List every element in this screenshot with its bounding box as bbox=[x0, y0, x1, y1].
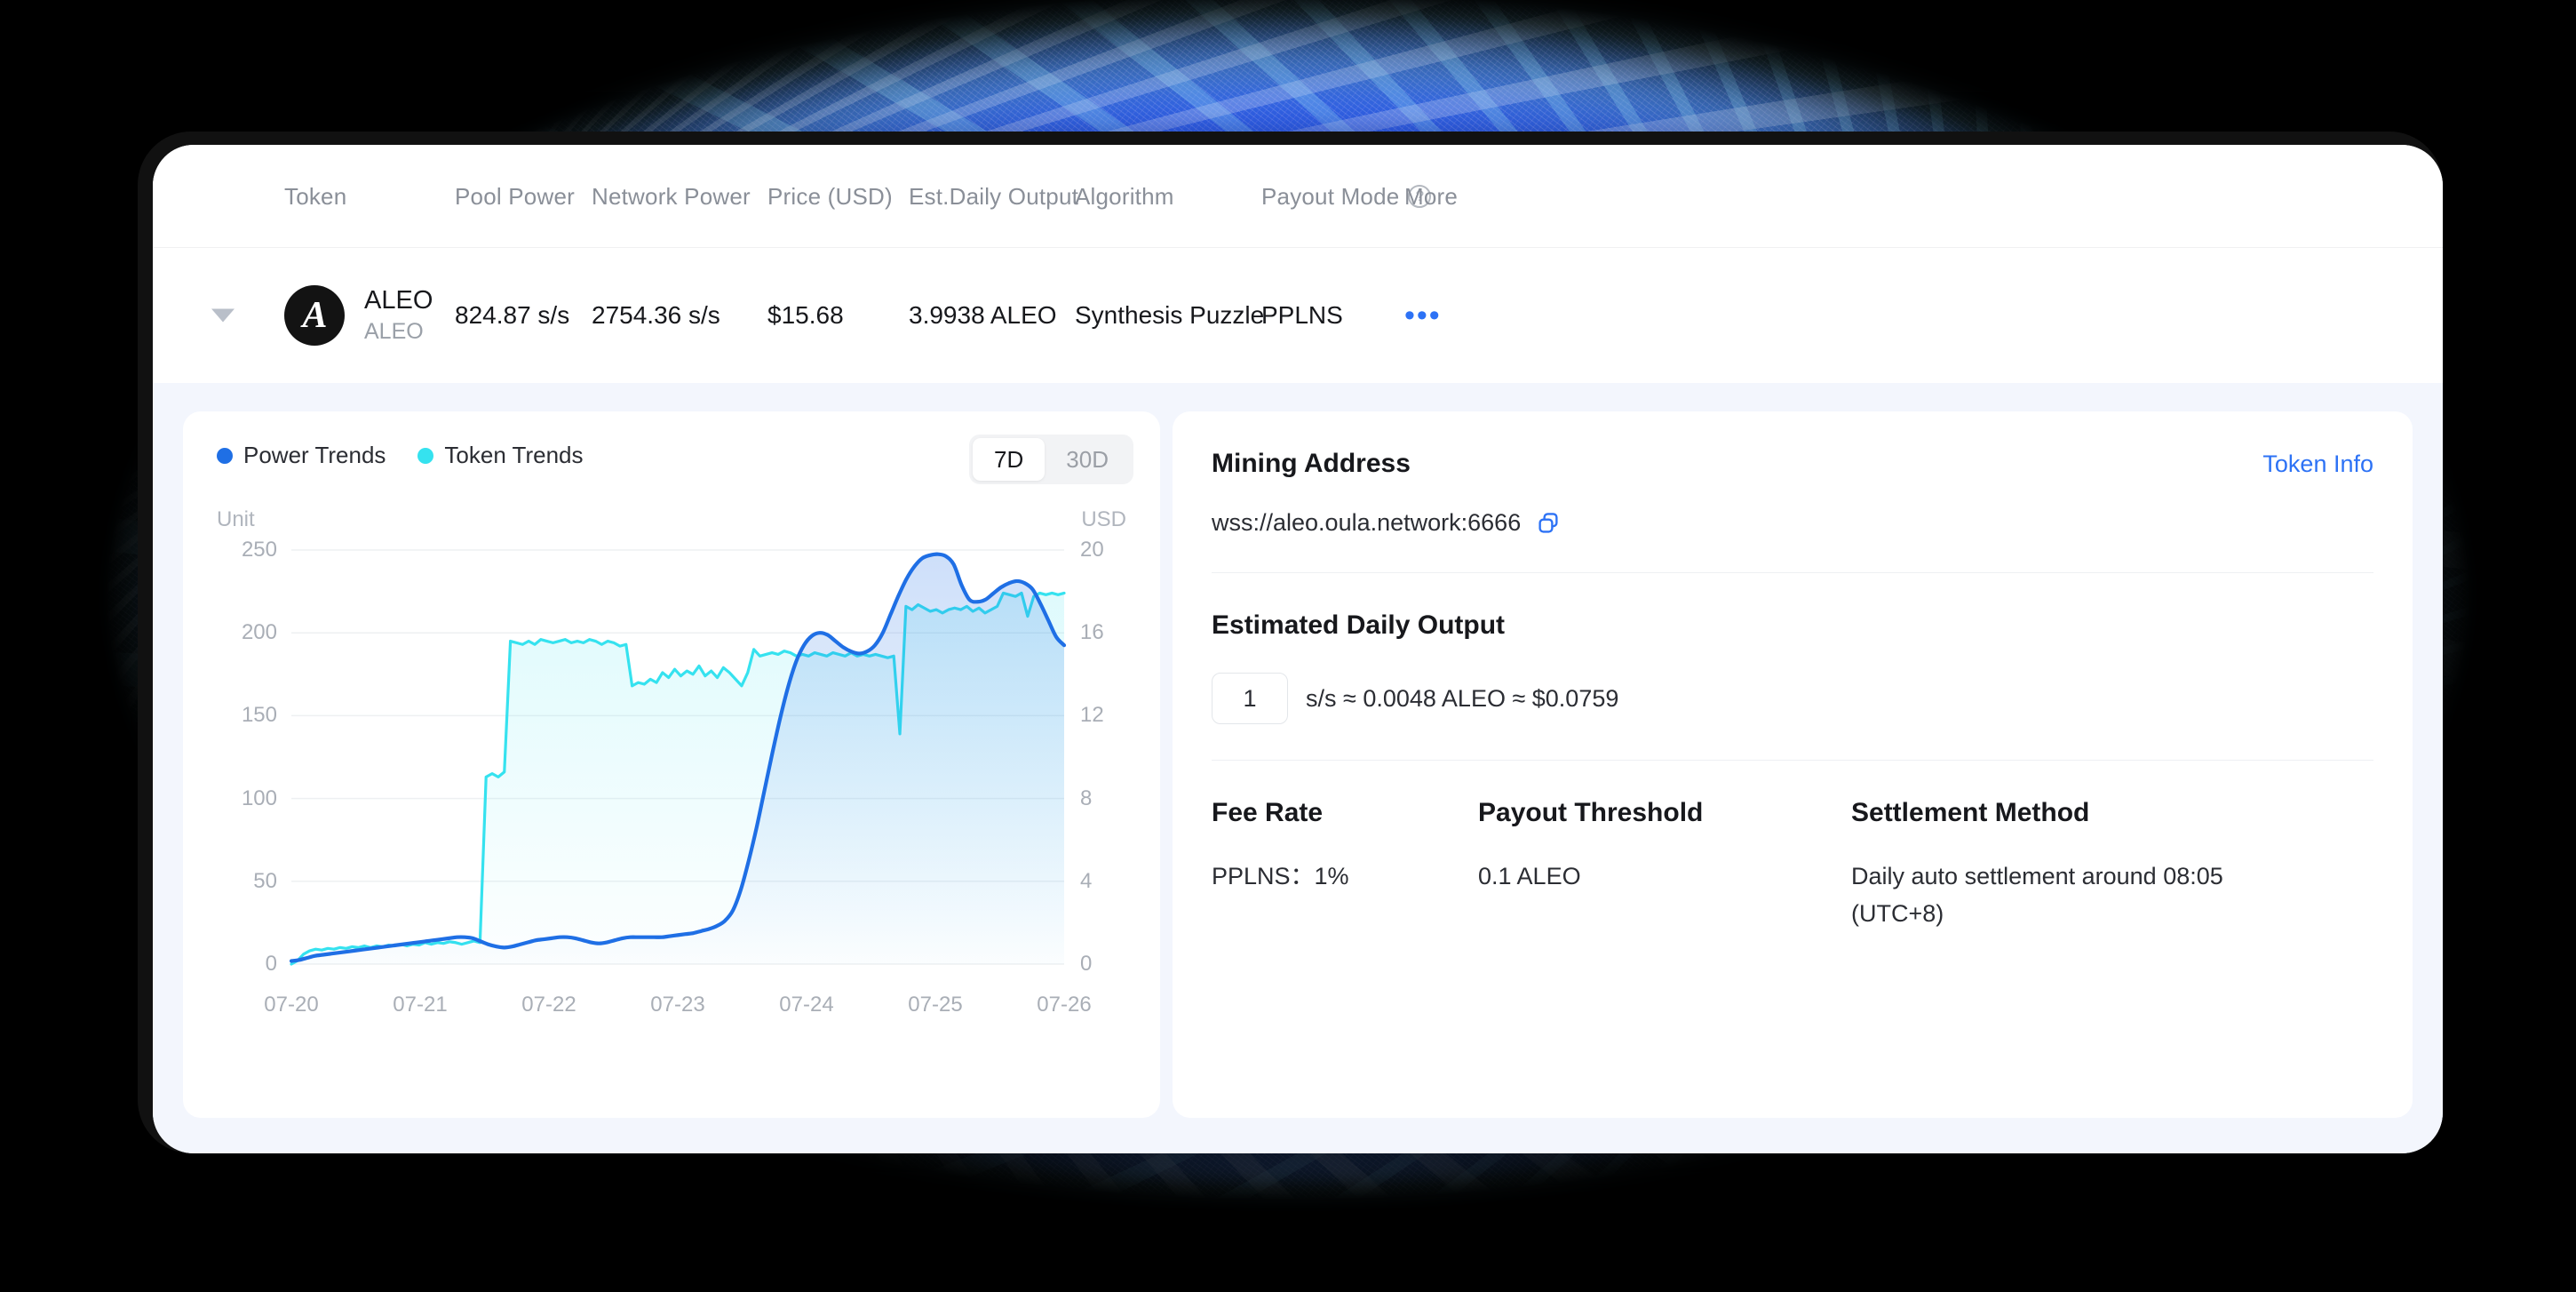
chart-plot-area: 0 50 100 150 200 250 0 4 8 12 16 20 07-20 07-21 07-22 0… bbox=[210, 538, 1133, 1017]
table-header: Token Pool Power Network Power Price (US… bbox=[153, 145, 2443, 248]
column-header-label: More bbox=[1404, 182, 1459, 210]
expand-collapse-caret-icon[interactable] bbox=[211, 308, 235, 323]
cell-network-power: 2754.36 s/s bbox=[592, 301, 720, 329]
stat-settlement-method: Settlement Method Daily auto settlement … bbox=[1851, 798, 2269, 933]
range-button-30d[interactable]: 30D bbox=[1045, 438, 1130, 481]
token-avatar: A bbox=[284, 285, 345, 346]
stat-title: Payout Threshold bbox=[1478, 798, 1704, 827]
chart-legend: Power Trends Token Trends bbox=[210, 435, 584, 469]
column-header-pool-power: Pool Power bbox=[455, 145, 575, 248]
app-window: Token Pool Power Network Power Price (US… bbox=[153, 145, 2443, 1153]
token-name: ALEO bbox=[364, 319, 424, 345]
mining-address-title: Mining Address bbox=[1212, 449, 1411, 478]
y-axis-tick-left: 150 bbox=[241, 703, 277, 728]
column-header-label: Network Power bbox=[592, 182, 751, 210]
legend-dot-token-trends bbox=[417, 447, 434, 464]
chart-toolbar: Power Trends Token Trends 7D 30D bbox=[210, 435, 1133, 484]
token-info-card: Mining Address Token Info wss://aleo.oul… bbox=[1173, 411, 2413, 1118]
stat-value: 0.1 ALEO bbox=[1478, 863, 1581, 889]
token-avatar-letter: A bbox=[302, 295, 327, 336]
token-info-link[interactable]: Token Info bbox=[2262, 451, 2373, 478]
y-axis-tick-left: 100 bbox=[241, 786, 277, 810]
stat-value: Daily auto settlement around 08:05 (UTC+… bbox=[1851, 863, 2223, 927]
time-range-toggle[interactable]: 7D 30D bbox=[969, 435, 1133, 484]
cell-more[interactable]: ••• bbox=[1404, 248, 1442, 383]
column-header-est-daily-output: Est.Daily Output bbox=[909, 145, 1078, 248]
legend-label-token-trends: Token Trends bbox=[444, 442, 584, 468]
x-axis-tick: 07-26 bbox=[1037, 993, 1092, 1017]
y-axis-tick-left: 50 bbox=[253, 868, 277, 893]
cell-price-usd: $15.68 bbox=[767, 301, 844, 329]
x-axis-tick: 07-22 bbox=[521, 993, 576, 1017]
estimated-output-calculator: s/s ≈ 0.0048 ALEO ≈ $0.0759 bbox=[1212, 673, 2373, 724]
stat-value: PPLNS：1% bbox=[1212, 863, 1349, 889]
stage: Token Pool Power Network Power Price (US… bbox=[0, 0, 2576, 1292]
y-axis-tick-right: 20 bbox=[1080, 538, 1104, 562]
y-axis-tick-left: 200 bbox=[241, 620, 277, 645]
more-options-icon[interactable]: ••• bbox=[1404, 299, 1442, 331]
y-axis-tick-left: 250 bbox=[241, 538, 277, 562]
x-axis-tick: 07-21 bbox=[393, 993, 448, 1017]
pool-stats-row: Fee Rate PPLNS：1% Payout Threshold 0.1 A… bbox=[1212, 798, 2373, 933]
x-axis-tick: 07-20 bbox=[264, 993, 319, 1017]
token-name-block: ALEO ALEO bbox=[364, 286, 433, 345]
token-symbol: ALEO bbox=[364, 285, 433, 315]
cell-est-daily-output: 3.9938 ALEO bbox=[909, 301, 1057, 329]
cell-algorithm: Synthesis Puzzle bbox=[1075, 301, 1265, 329]
column-header-network-power: Network Power bbox=[592, 145, 751, 248]
legend-label-power-trends: Power Trends bbox=[243, 442, 386, 468]
y-axis-tick-right: 8 bbox=[1080, 786, 1093, 810]
y-axis-tick-right: 4 bbox=[1080, 868, 1093, 893]
legend-item-power-trends[interactable]: Power Trends bbox=[217, 442, 386, 469]
column-header-label: Algorithm bbox=[1075, 182, 1174, 210]
x-axis-tick: 07-23 bbox=[650, 993, 705, 1017]
column-header-price-usd: Price (USD) bbox=[767, 145, 893, 248]
column-header-more: More bbox=[1404, 145, 1458, 248]
column-header-token: Token bbox=[284, 145, 346, 248]
mining-address-value-row: wss://aleo.oula.network:6666 bbox=[1212, 509, 2373, 537]
column-header-label: Token bbox=[284, 182, 347, 210]
table-row[interactable]: A ALEO ALEO 824.87 s/s 2754.36 s/s $15.6… bbox=[153, 248, 2443, 383]
column-header-label: Price (USD) bbox=[767, 182, 893, 210]
mining-address-value: wss://aleo.oula.network:6666 bbox=[1212, 509, 1522, 536]
column-header-label: Pool Power bbox=[455, 182, 575, 210]
stat-title: Settlement Method bbox=[1851, 798, 2090, 827]
expanded-detail-panel: Power Trends Token Trends 7D 30D Unit US… bbox=[153, 383, 2443, 1153]
power-quantity-input[interactable] bbox=[1212, 673, 1288, 724]
pool-stats-section: Fee Rate PPLNS：1% Payout Threshold 0.1 A… bbox=[1212, 760, 2373, 969]
cell-pool-power: 824.87 s/s bbox=[455, 301, 570, 329]
estimated-output-formula: s/s ≈ 0.0048 ALEO ≈ $0.0759 bbox=[1306, 684, 1619, 712]
legend-dot-power-trends bbox=[217, 447, 233, 464]
y-axis-tick-right: 0 bbox=[1080, 952, 1093, 976]
x-axis-tick: 07-25 bbox=[908, 993, 963, 1017]
estimated-daily-output-title: Estimated Daily Output bbox=[1212, 610, 1506, 640]
stat-payout-threshold: Payout Threshold 0.1 ALEO bbox=[1478, 798, 1851, 933]
column-header-label: Payout Mode bbox=[1261, 182, 1400, 210]
trends-chart-card: Power Trends Token Trends 7D 30D Unit US… bbox=[183, 411, 1160, 1118]
left-axis-label: Unit bbox=[217, 507, 255, 531]
copy-icon[interactable] bbox=[1535, 510, 1562, 537]
column-header-label: Est.Daily Output bbox=[909, 182, 1079, 210]
x-axis-tick: 07-24 bbox=[779, 993, 834, 1017]
range-button-7d[interactable]: 7D bbox=[973, 438, 1046, 481]
mining-address-section: Mining Address Token Info wss://aleo.oul… bbox=[1212, 411, 2373, 572]
axis-unit-labels: Unit USD bbox=[210, 484, 1133, 532]
y-axis-tick-left: 0 bbox=[265, 952, 277, 976]
mining-address-header: Mining Address Token Info bbox=[1212, 449, 2373, 479]
y-axis-tick-right: 12 bbox=[1080, 703, 1104, 728]
stat-title: Fee Rate bbox=[1212, 798, 1324, 827]
estimated-daily-output-section: Estimated Daily Output s/s ≈ 0.0048 ALEO… bbox=[1212, 572, 2373, 760]
y-axis-tick-right: 16 bbox=[1080, 620, 1104, 645]
right-axis-label: USD bbox=[1081, 507, 1126, 531]
stat-fee-rate: Fee Rate PPLNS：1% bbox=[1212, 798, 1478, 933]
column-header-algorithm: Algorithm bbox=[1075, 145, 1174, 248]
cell-payout-mode: PPLNS bbox=[1261, 301, 1343, 329]
cell-token[interactable]: A ALEO ALEO bbox=[211, 248, 433, 383]
legend-item-token-trends[interactable]: Token Trends bbox=[417, 442, 584, 469]
